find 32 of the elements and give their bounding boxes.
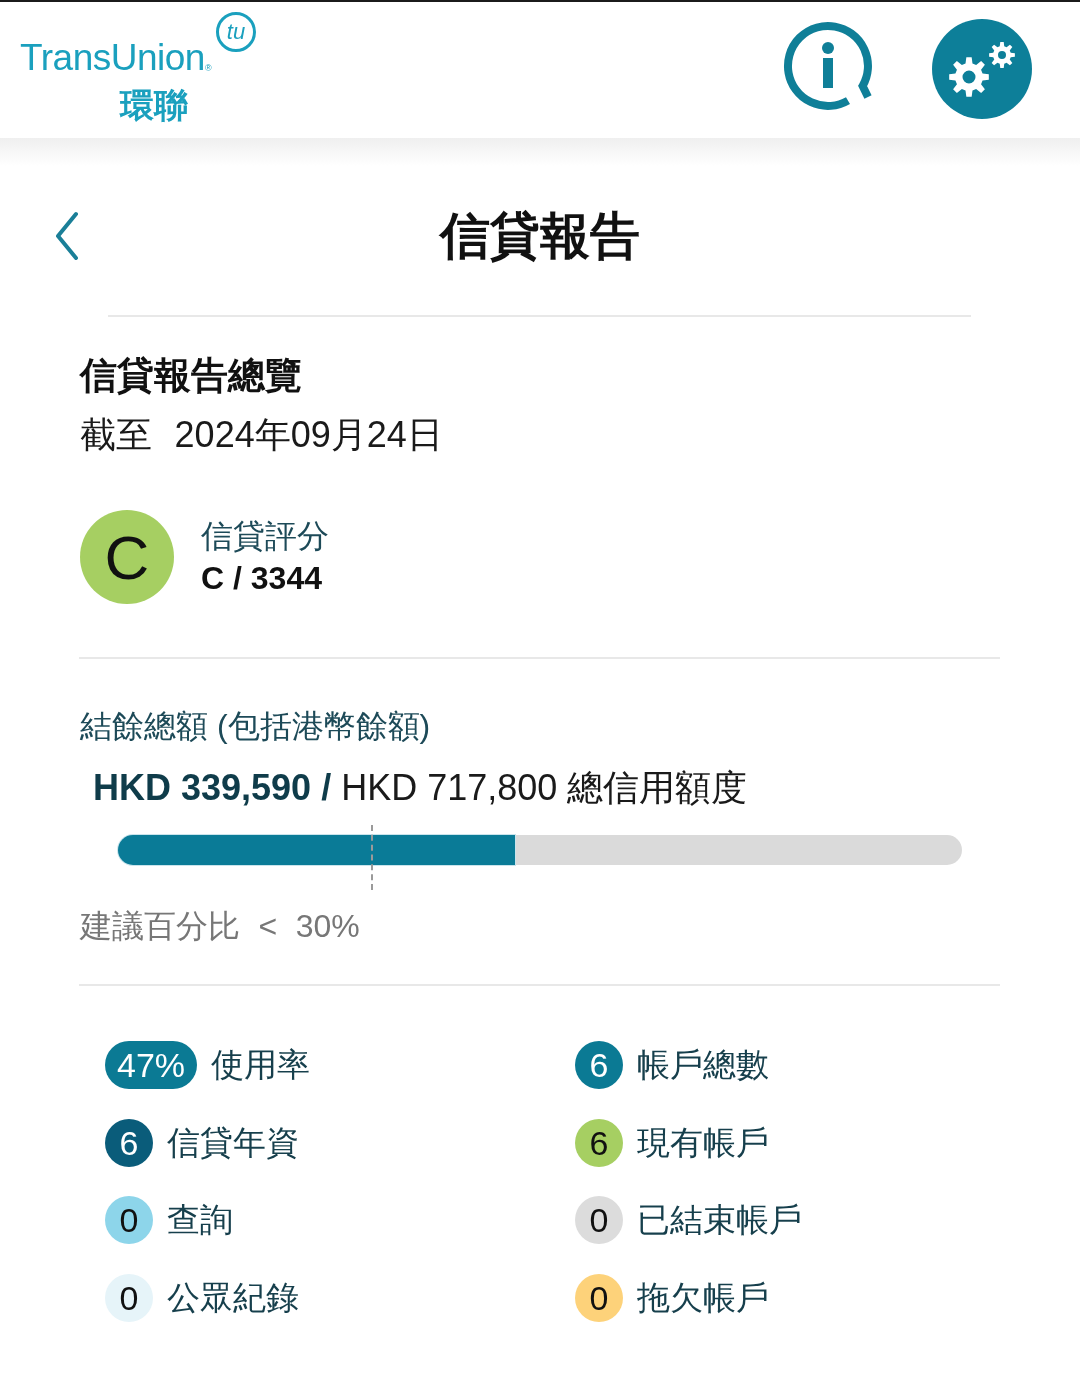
balance-label: 結餘總額 (包括港幣餘額) — [80, 707, 432, 746]
report-date: 截至 2024年09月24日 — [80, 413, 444, 457]
count-badge: 0 — [105, 1196, 153, 1244]
count-badge: 0 — [575, 1273, 623, 1322]
info-icon[interactable] — [783, 21, 873, 111]
stat-label: 帳戶總數 — [637, 1045, 769, 1085]
score-grade: C — [80, 510, 174, 604]
count-badge: 6 — [105, 1118, 153, 1167]
settings-icon[interactable] — [932, 19, 1032, 119]
stat-label: 查詢 — [167, 1200, 233, 1240]
count-badge: 47% — [105, 1041, 198, 1089]
stat-label: 現有帳戶 — [637, 1122, 769, 1163]
stat-label: 拖欠帳戶 — [637, 1277, 769, 1318]
stat-label: 使用率 — [211, 1045, 311, 1085]
page-title: 信貸報告 — [440, 206, 640, 266]
logo-chinese-name: 環聯 — [120, 86, 188, 124]
count-badge: 0 — [105, 1273, 153, 1322]
score-label: 信貸評分 — [201, 517, 329, 556]
back-icon[interactable] — [54, 210, 80, 261]
count-badge: 0 — [575, 1196, 623, 1244]
count-badge: 6 — [575, 1041, 623, 1089]
logo-wordmark: TransUnion — [20, 38, 205, 78]
recommendation-text: 建議百分比 < 30% — [80, 907, 361, 946]
stat-label: 已結束帳戶 — [637, 1200, 802, 1240]
registered-mark: ® — [204, 63, 212, 74]
balance-amount: HKD 339,590 / HKD 717,800 總信用額度 — [92, 766, 749, 810]
section-heading: 信貸報告總覽 — [80, 354, 303, 398]
stat-label: 公眾紀錄 — [167, 1277, 299, 1318]
score-value: C / 3344 — [201, 559, 323, 598]
logo-mark: tu — [216, 12, 256, 52]
stat-label: 信貸年資 — [167, 1122, 299, 1163]
count-badge: 6 — [575, 1118, 623, 1167]
